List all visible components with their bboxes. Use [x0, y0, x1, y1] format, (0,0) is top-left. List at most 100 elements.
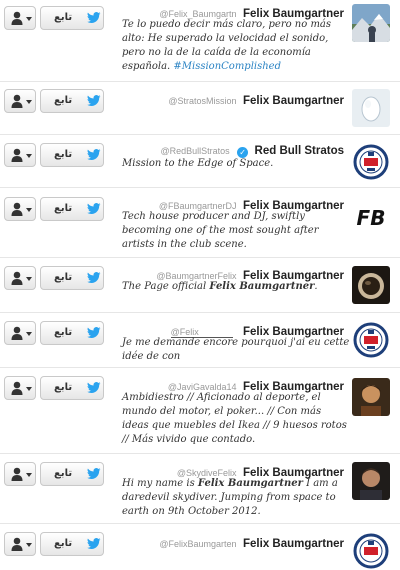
avatar[interactable]: [352, 378, 390, 416]
twitter-bird-icon: [87, 272, 101, 284]
user-handle[interactable]: @FelixBaumgarten: [159, 539, 236, 549]
user-row: تابع @SkydiveFelix Felix Baumgartner Hi …: [0, 454, 400, 524]
user-actions-button[interactable]: [4, 6, 36, 30]
portrait-photo-icon: [352, 378, 390, 416]
follow-button[interactable]: تابع: [40, 376, 104, 400]
user-bio: Te lo puedo decir más claro, pero no más…: [122, 18, 350, 74]
avatar[interactable]: [352, 266, 390, 304]
bio-bold-text: Felix Baumgartner: [209, 281, 315, 292]
person-icon: [11, 326, 23, 340]
bio-text: Mission to the Edge of Space.: [122, 158, 274, 169]
user-actions-button[interactable]: [4, 266, 36, 290]
follow-button-label: تابع: [54, 12, 73, 23]
avatar[interactable]: [352, 532, 390, 570]
user-row: تابع @RedBullStratos ✓ Red Bull Stratos …: [0, 135, 400, 188]
user-row: تابع @JaviGavalda14 Felix Baumgartner Am…: [0, 368, 400, 454]
mountain-photo-icon: [352, 4, 390, 42]
bio-text-suffix: .: [314, 281, 318, 292]
user-header: @FelixBaumgarten Felix Baumgartner: [159, 534, 344, 552]
hashtag-link[interactable]: #MissionComplished: [173, 61, 281, 72]
avatar[interactable]: [352, 143, 390, 181]
avatar[interactable]: [352, 462, 390, 500]
follow-button-label: تابع: [54, 95, 73, 106]
follow-button-label: تابع: [54, 468, 73, 479]
chevron-down-icon: [26, 332, 32, 336]
person-icon: [11, 94, 23, 108]
stratos-emblem-icon: [352, 321, 390, 359]
follow-button[interactable]: تابع: [40, 143, 104, 167]
user-name[interactable]: Felix Baumgartner: [243, 95, 344, 107]
follow-button-label: تابع: [54, 149, 73, 160]
chevron-down-icon: [26, 208, 32, 212]
user-actions-button[interactable]: [4, 89, 36, 113]
twitter-bird-icon: [87, 203, 101, 215]
avatar[interactable]: [352, 89, 390, 127]
follow-button[interactable]: تابع: [40, 462, 104, 486]
user-row: تابع @FBaumgartnerDJ Felix Baumgartner T…: [0, 188, 400, 258]
user-row: تابع @Felix_Baumgartn Felix Baumgartner …: [0, 0, 400, 82]
person-icon: [11, 537, 23, 551]
user-handle[interactable]: @StratosMission: [168, 96, 236, 106]
bio-bold-text: Felix Baumgartner: [197, 478, 303, 489]
bio-text: Tech house producer and DJ, swiftly beco…: [122, 211, 319, 250]
user-bio: Mission to the Edge of Space.: [122, 157, 350, 171]
default-egg-icon: [352, 89, 390, 127]
avatar[interactable]: FB: [352, 198, 390, 236]
stratos-emblem-icon: [352, 143, 390, 181]
user-bio: Je me demande encore pourquoi j'ai eu ce…: [122, 336, 350, 364]
chevron-down-icon: [26, 154, 32, 158]
follow-button-label: تابع: [54, 327, 73, 338]
person-icon: [11, 202, 23, 216]
user-bio: Hi my name is Felix Baumgartner I am a d…: [122, 477, 350, 519]
follow-button[interactable]: تابع: [40, 321, 104, 345]
avatar[interactable]: [352, 321, 390, 359]
chevron-down-icon: [26, 473, 32, 477]
user-actions-button[interactable]: [4, 376, 36, 400]
bio-text: Hi my name is: [122, 478, 198, 489]
helmet-photo-icon: [352, 266, 390, 304]
user-bio: Ambidiestro // Aficionado al deporte, el…: [122, 391, 350, 447]
user-actions-button[interactable]: [4, 462, 36, 486]
follow-button[interactable]: تابع: [40, 266, 104, 290]
follow-button[interactable]: تابع: [40, 532, 104, 556]
user-header: @StratosMission Felix Baumgartner: [168, 91, 344, 109]
person-icon: [11, 148, 23, 162]
man-photo-icon: [352, 462, 390, 500]
user-row: تابع @Felix Felix Baumgartner Je me dema…: [0, 313, 400, 368]
person-icon: [11, 11, 23, 25]
follow-button[interactable]: تابع: [40, 6, 104, 30]
user-name[interactable]: Felix Baumgartner: [243, 538, 344, 550]
twitter-bird-icon: [87, 382, 101, 394]
chevron-down-icon: [26, 387, 32, 391]
avatar[interactable]: [352, 4, 390, 42]
chevron-down-icon: [26, 543, 32, 547]
follow-button[interactable]: تابع: [40, 89, 104, 113]
twitter-bird-icon: [87, 149, 101, 161]
follow-button-label: تابع: [54, 272, 73, 283]
fb-logo-text: FB: [357, 206, 386, 230]
bio-text: The Page official: [122, 281, 210, 292]
user-actions-button[interactable]: [4, 143, 36, 167]
chevron-down-icon: [26, 277, 32, 281]
twitter-bird-icon: [87, 95, 101, 107]
user-handle[interactable]: @RedBullStratos: [160, 146, 229, 156]
user-row: تابع @StratosMission Felix Baumgartner: [0, 82, 400, 135]
chevron-down-icon: [26, 17, 32, 21]
bio-text: Je me demande encore pourquoi j'ai eu ce…: [122, 337, 350, 362]
user-actions-button[interactable]: [4, 197, 36, 221]
user-actions-button[interactable]: [4, 321, 36, 345]
twitter-bird-icon: [87, 538, 101, 550]
user-actions-button[interactable]: [4, 532, 36, 556]
twitter-bird-icon: [87, 468, 101, 480]
follow-button[interactable]: تابع: [40, 197, 104, 221]
fb-logo-icon: FB: [352, 198, 390, 236]
twitter-bird-icon: [87, 12, 101, 24]
person-icon: [11, 381, 23, 395]
person-icon: [11, 271, 23, 285]
user-bio: Tech house producer and DJ, swiftly beco…: [122, 210, 350, 252]
bio-text: Ambidiestro // Aficionado al deporte, el…: [122, 392, 347, 445]
user-name[interactable]: Red Bull Stratos: [255, 145, 344, 157]
follow-button-label: تابع: [54, 382, 73, 393]
stratos-emblem-icon: [352, 532, 390, 570]
user-row: تابع @FelixBaumgarten Felix Baumgartner: [0, 524, 400, 570]
